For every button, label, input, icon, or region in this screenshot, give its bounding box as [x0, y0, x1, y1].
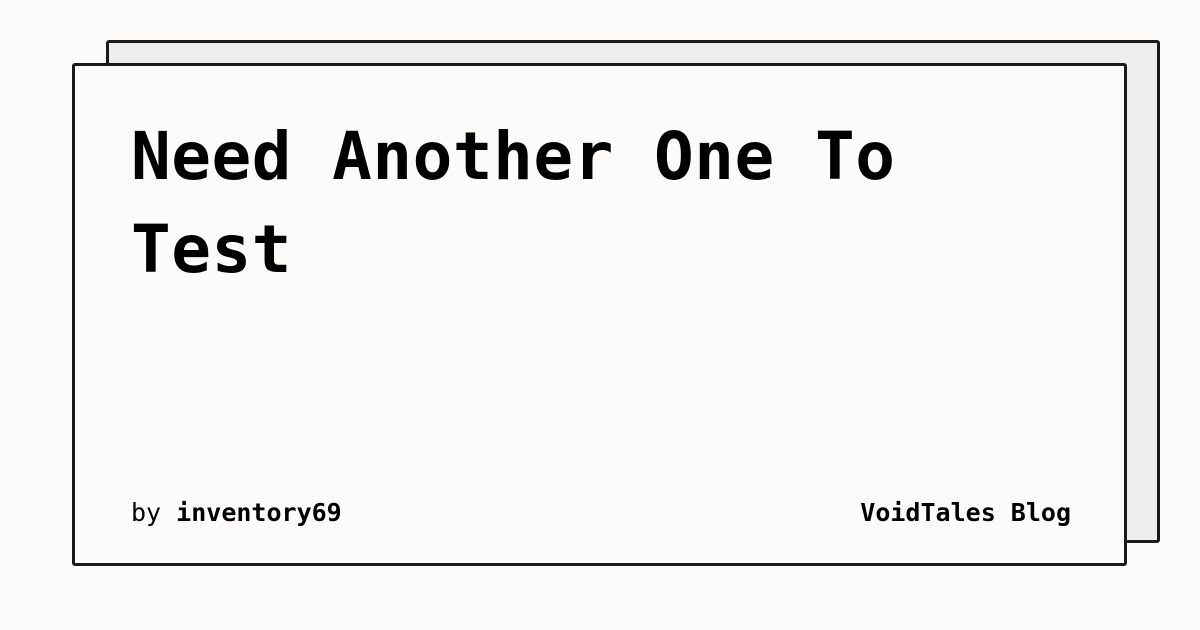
- author-name: inventory69: [176, 498, 342, 527]
- og-image-canvas: Need Another One To Test by inventory69 …: [0, 0, 1200, 630]
- byline: by inventory69: [131, 498, 342, 527]
- post-title: Need Another One To Test: [131, 118, 896, 288]
- post-card: Need Another One To Test by inventory69 …: [72, 63, 1127, 566]
- blog-name: VoidTales Blog: [860, 498, 1071, 527]
- byline-prefix: by: [131, 498, 162, 527]
